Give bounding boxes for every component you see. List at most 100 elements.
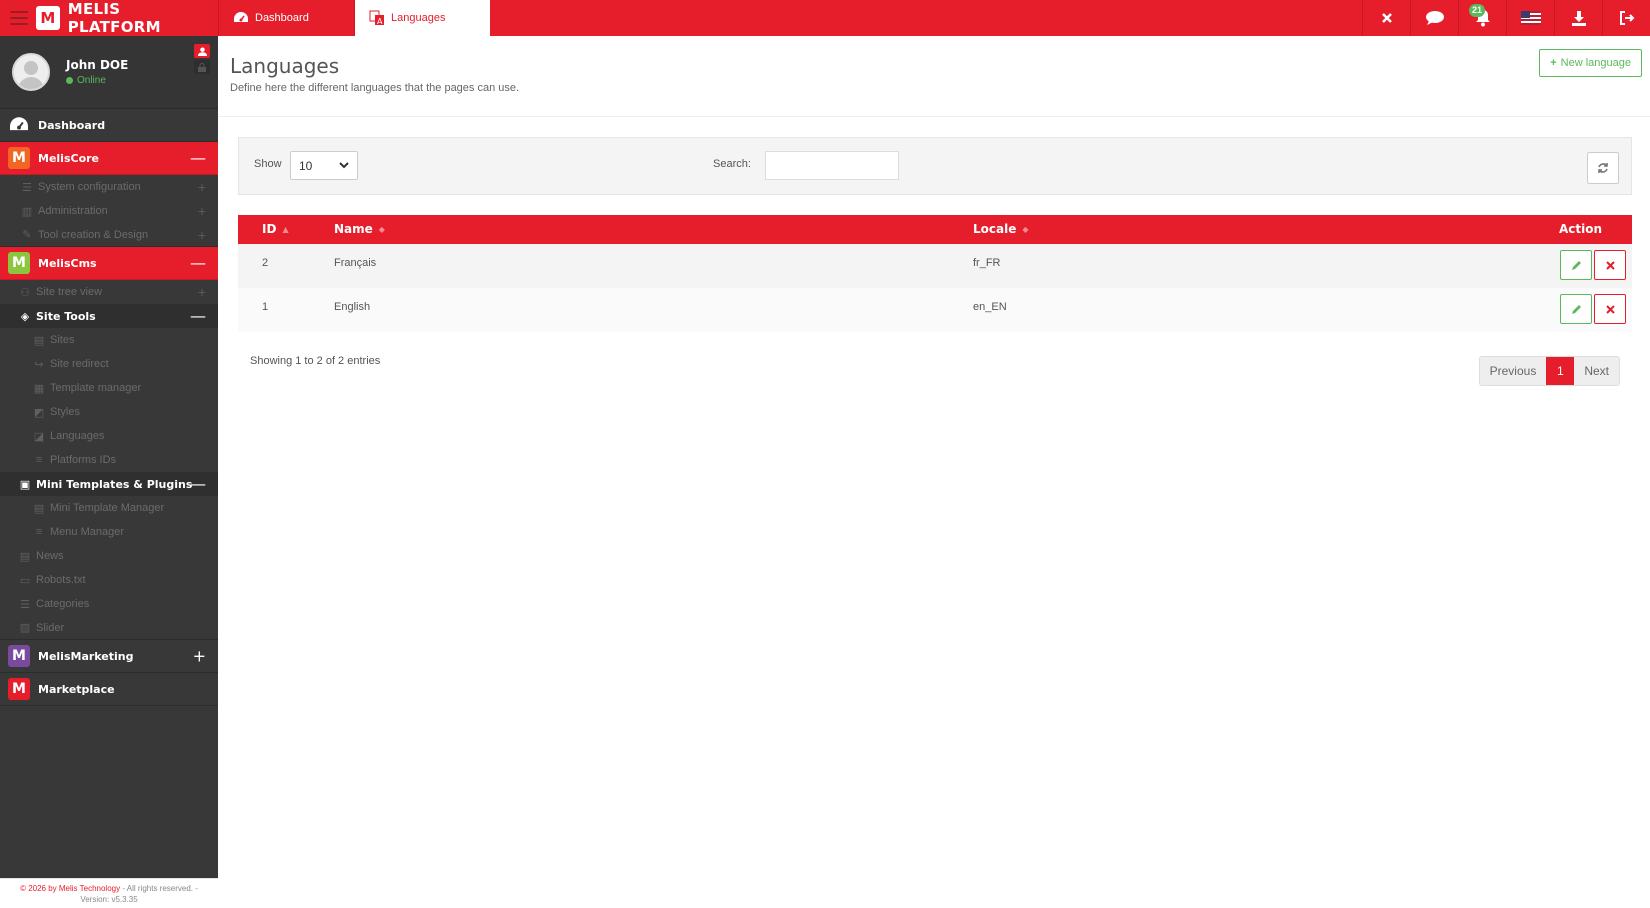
user-name: John DOE: [66, 58, 129, 72]
menu-icon: ≡: [35, 526, 43, 538]
sidebar-item-meliscms[interactable]: M MelisCms —: [0, 247, 218, 280]
lock-button[interactable]: [194, 60, 210, 74]
refresh-icon: [1598, 163, 1608, 173]
sidebar-item-slider[interactable]: ▨ Slider: [0, 616, 218, 640]
sidebar-item-label: Slider: [36, 621, 65, 634]
tab-dashboard[interactable]: Dashboard: [218, 0, 354, 36]
user-profile: John DOE Online: [0, 36, 218, 109]
expand-icon[interactable]: +: [198, 227, 206, 243]
hamburger-menu-icon[interactable]: [10, 11, 28, 25]
notification-count-badge: 21: [1469, 4, 1486, 17]
close-icon: [1381, 13, 1392, 23]
column-id[interactable]: ID ▲: [262, 222, 289, 236]
sidebar-item-meliscore[interactable]: M MelisCore —: [0, 142, 218, 175]
sidebar-item-marketplace[interactable]: M Marketplace: [0, 673, 218, 706]
sidebar-item-platforms-ids[interactable]: ≡ Platforms IDs: [0, 448, 218, 472]
column-locale[interactable]: Locale ◆: [973, 222, 1029, 236]
delete-button[interactable]: [1594, 294, 1626, 324]
close-icon: [1605, 260, 1615, 270]
plus-icon: +: [1550, 57, 1557, 69]
sidebar-item-label: Mini Templates & Plugins: [36, 477, 193, 491]
sidebar-item-label: Marketplace: [38, 682, 115, 696]
search-input[interactable]: [765, 151, 899, 180]
sidebar-item-site-tools[interactable]: ◈ Site Tools —: [0, 304, 218, 328]
chat-button[interactable]: [1410, 0, 1458, 36]
sidebar-item-news[interactable]: ▤ News: [0, 544, 218, 568]
sidebar-item-categories[interactable]: ☰ Categories: [0, 592, 218, 616]
collapse-icon[interactable]: —: [190, 307, 206, 326]
sidebar-item-label: Dashboard: [38, 118, 106, 132]
sidebar-item-site-redirect[interactable]: ↪ Site redirect: [0, 352, 218, 376]
sidebar-item-languages[interactable]: ◪ Languages: [0, 424, 218, 448]
column-name[interactable]: Name ◆: [334, 222, 385, 236]
sidebar-item-melismarketing[interactable]: M MelisMarketing +: [0, 640, 218, 673]
refresh-button[interactable]: [1587, 152, 1619, 184]
pencil-icon: [1571, 260, 1581, 270]
close-all-tabs-button[interactable]: [1362, 0, 1410, 36]
sidebar-item-mini-templates[interactable]: ▣ Mini Templates & Plugins —: [0, 472, 218, 496]
page-header: Languages Define here the different lang…: [218, 36, 1650, 117]
logout-icon: [1619, 11, 1634, 25]
sidebar-item-label: Site tree view: [36, 286, 103, 298]
sidebar-item-label: Site redirect: [50, 358, 109, 370]
entries-info: Showing 1 to 2 of 2 entries: [250, 355, 381, 367]
sidebar-item-menu-manager[interactable]: ≡ Menu Manager: [0, 520, 218, 544]
expand-icon[interactable]: +: [198, 203, 206, 219]
sidebar-item-label: MelisCore: [38, 151, 100, 165]
edit-button[interactable]: [1560, 294, 1592, 324]
expand-icon[interactable]: +: [198, 179, 206, 195]
sidebar-item-site-tree-view[interactable]: ⚇ Site tree view +: [0, 280, 218, 304]
table-row: 1 English en_EN: [238, 288, 1632, 332]
close-icon: [1605, 304, 1615, 314]
logout-button[interactable]: [1602, 0, 1650, 36]
page-size-select[interactable]: 10: [290, 151, 358, 180]
sort-icon: ◆: [378, 224, 385, 234]
collapse-icon[interactable]: —: [190, 254, 206, 273]
expand-icon[interactable]: +: [198, 284, 206, 300]
brand-title: MELIS PLATFORM: [67, 0, 161, 36]
new-language-button[interactable]: + New language: [1539, 49, 1642, 77]
sidebar-item-mini-template-manager[interactable]: ▤ Mini Template Manager: [0, 496, 218, 520]
sort-desc-icon: ▲: [282, 224, 289, 234]
language-icon: ◪: [33, 430, 45, 443]
show-label: Show: [254, 158, 282, 170]
sidebar-item-label: Administration: [38, 205, 108, 217]
column-label: Action: [1558, 222, 1602, 236]
notifications-button[interactable]: 21: [1458, 0, 1506, 36]
previous-page-button[interactable]: Previous: [1479, 357, 1547, 385]
user-profile-button[interactable]: [194, 44, 210, 58]
sidebar-item-label: Tool creation & Design: [38, 228, 149, 241]
sidebar-item-dashboard[interactable]: Dashboard: [0, 109, 218, 142]
sidebar-item-robots[interactable]: ▭ Robots.txt: [0, 568, 218, 592]
next-page-button[interactable]: Next: [1574, 357, 1619, 385]
brand: M MELIS PLATFORM: [0, 0, 218, 36]
download-button[interactable]: [1554, 0, 1602, 36]
tab-languages[interactable]: A Languages: [354, 0, 490, 36]
sidebar-item-administration[interactable]: ▥ Administration +: [0, 199, 218, 223]
delete-button[interactable]: [1594, 250, 1626, 280]
sidebar-item-label: Categories: [36, 598, 90, 610]
sidebar-item-styles[interactable]: ◩ Styles: [0, 400, 218, 424]
us-flag-icon: [1520, 11, 1541, 25]
copyright-link[interactable]: © 2026 by Melis Technology: [20, 884, 120, 893]
bank-icon: ▥: [21, 205, 33, 218]
melismarketing-logo-icon: M: [8, 645, 30, 667]
user-icon: [197, 46, 207, 56]
plugin-icon: ▣: [19, 477, 31, 491]
page-1-button[interactable]: 1: [1546, 357, 1575, 385]
button-label: New language: [1560, 57, 1631, 69]
sidebar-item-tool-creation[interactable]: ✎ Tool creation & Design +: [0, 223, 218, 247]
language-switch-button[interactable]: [1506, 0, 1554, 36]
collapse-icon[interactable]: —: [190, 475, 206, 494]
list-icon: ☰: [20, 598, 30, 611]
sitemap-icon: ⚇: [20, 286, 30, 299]
expand-icon[interactable]: +: [193, 647, 206, 666]
edit-button[interactable]: [1560, 250, 1592, 280]
chevron-down-icon: [339, 162, 349, 169]
sidebar-item-template-manager[interactable]: ▦ Template manager: [0, 376, 218, 400]
sidebar-item-sites[interactable]: ▤ Sites: [0, 328, 218, 352]
collapse-icon[interactable]: —: [190, 149, 206, 168]
sidebar-item-system-configuration[interactable]: ☰ System configuration +: [0, 175, 218, 199]
sliders-icon: ☰: [22, 181, 32, 194]
avatar[interactable]: [12, 53, 50, 91]
